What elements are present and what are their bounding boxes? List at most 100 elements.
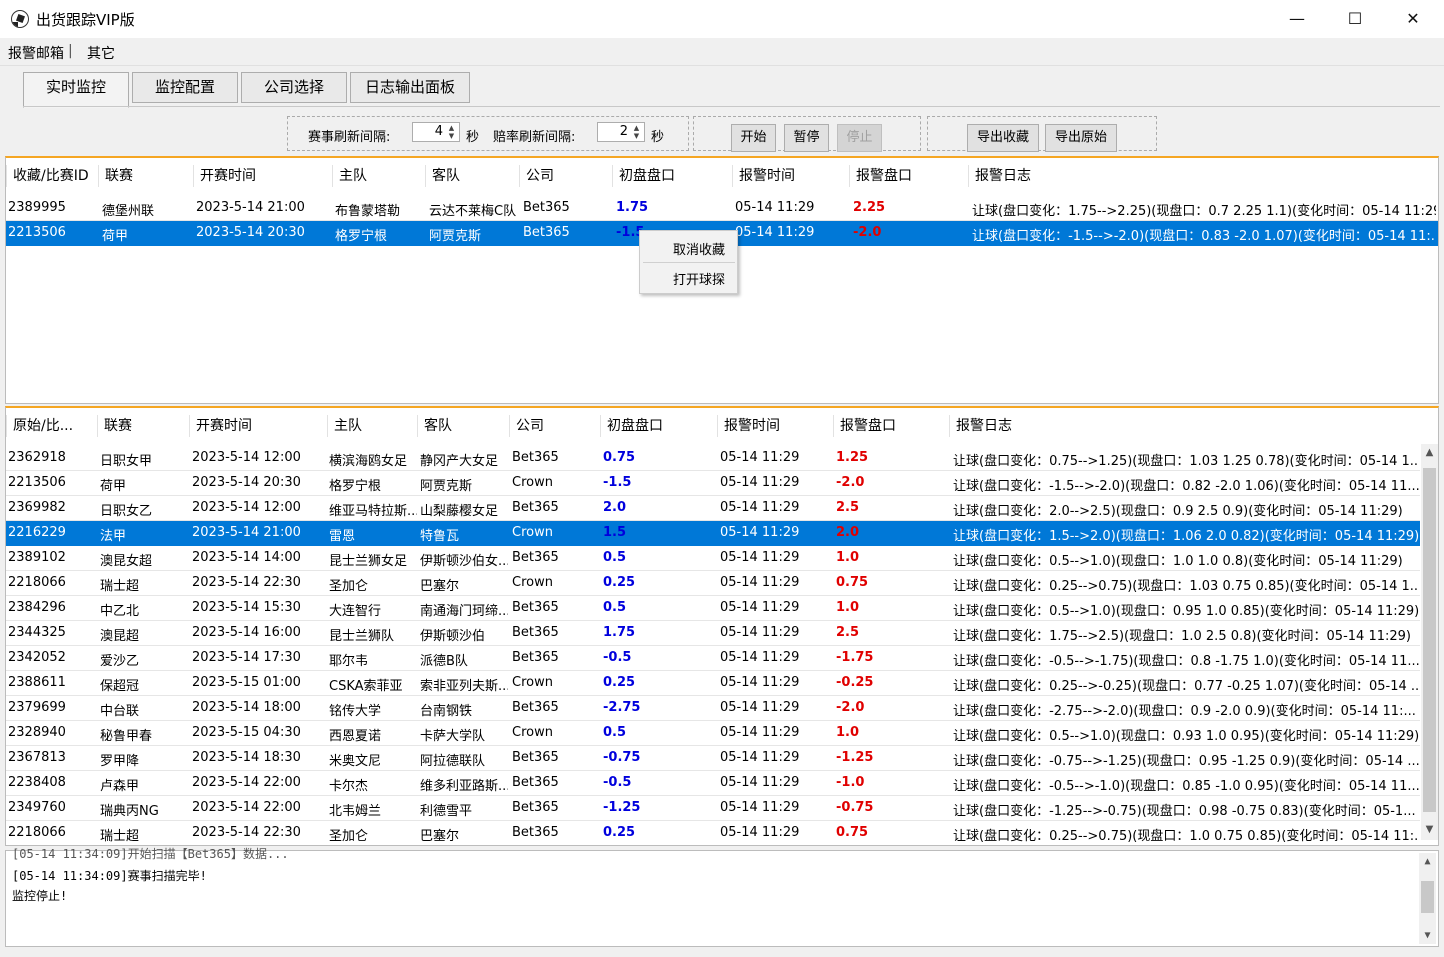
table-cell: 2023-5-14 18:00	[192, 700, 301, 715]
spinner-arrows-icon[interactable]: ▲ ▼	[630, 124, 643, 140]
table-row[interactable]: 2342052 爱沙乙 2023-5-14 17:30 耶尔韦 派德B队 Bet365 -0…	[6, 646, 1420, 671]
table-cell: Crown	[512, 675, 553, 690]
table-row[interactable]: 2218066 瑞士超 2023-5-14 22:30 圣加仑 巴塞尔 Bet365 0.2…	[6, 821, 1420, 845]
menu-alarm-email[interactable]: 报警邮箱	[8, 43, 64, 63]
table-row[interactable]: 2388611 保超冠 2023-5-15 01:00 CSKA索菲亚 索非亚列夫斯..…	[6, 671, 1420, 696]
table-cell: -1.75	[836, 650, 874, 665]
column-header[interactable]: 客队	[425, 165, 460, 187]
column-header[interactable]: 公司	[519, 165, 554, 187]
table-cell: 0.25	[603, 675, 636, 690]
column-header[interactable]: 主队	[327, 415, 362, 437]
table-row[interactable]: 2379699 中台联 2023-5-14 18:00 铭传大学 台南钢铁 Bet365 -…	[6, 696, 1420, 721]
table-row[interactable]: 2216229 法甲 2023-5-14 21:00 雷恩 特鲁瓦 Crown 1.5 05-…	[6, 521, 1420, 546]
scroll-up-icon[interactable]: ▲	[1419, 853, 1436, 870]
scroll-thumb[interactable]	[1421, 881, 1434, 913]
table-row[interactable]: 2213506 荷甲 2023-5-14 20:30 格罗宁根 阿贾克斯 Crown -1.…	[6, 471, 1420, 496]
odds-refresh-spinner[interactable]: 2 ▲ ▼	[597, 122, 645, 142]
table-row[interactable]: 2362918 日职女甲 2023-5-14 12:00 横滨海鸥女足 静冈产大女足 Be…	[6, 446, 1420, 471]
table-cell: 05-14 11:29	[735, 200, 815, 215]
table-row[interactable]: 2328940 秘鲁甲春 2023-5-15 04:30 西恩夏诺 卡萨大学队 Crown…	[6, 721, 1420, 746]
match-refresh-spinner[interactable]: 4 ▲ ▼	[412, 122, 460, 142]
column-header[interactable]: 开赛时间	[189, 415, 252, 437]
table-cell: -0.5	[603, 775, 632, 790]
menu-other[interactable]: 其它	[87, 43, 115, 63]
scroll-thumb[interactable]	[1423, 468, 1436, 812]
column-header[interactable]: 收藏/比赛ID	[6, 165, 89, 187]
raw-grid[interactable]: 原始/比... 联赛 开赛时间 主队 客队 公司 初盘盘口 报警时间 报警盘口 报警日志 2362…	[5, 406, 1439, 846]
table-cell: 日职女乙	[100, 504, 153, 519]
column-header[interactable]: 报警日志	[949, 415, 1012, 437]
minimize-button[interactable]: —	[1268, 0, 1326, 38]
pause-button[interactable]: 暂停	[784, 124, 829, 152]
maximize-button[interactable]: ☐	[1326, 0, 1384, 38]
stop-button[interactable]: 停止	[837, 124, 882, 152]
column-header[interactable]: 开赛时间	[193, 165, 256, 187]
table-cell: 2.0	[603, 500, 627, 515]
table-row[interactable]: 2384296 中乙北 2023-5-14 15:30 大连智行 南通海门珂缔... Be…	[6, 596, 1420, 621]
table-cell: 云达不莱梅C队	[429, 204, 517, 219]
column-header[interactable]: 报警时间	[732, 165, 795, 187]
table-cell: 巴塞尔	[420, 829, 460, 844]
table-cell: 1.25	[836, 450, 869, 465]
table-row[interactable]: 2367813 罗甲降 2023-5-14 18:30 米奥文尼 阿拉德联队 Bet365…	[6, 746, 1420, 771]
table-row[interactable]: 2218066 瑞士超 2023-5-14 22:30 圣加仑 巴塞尔 Crown 0.25…	[6, 571, 1420, 596]
table-row[interactable]: 2344325 澳昆超 2023-5-14 16:00 昆士兰狮队 伊斯顿沙伯 Bet36…	[6, 621, 1420, 646]
context-unfavorite[interactable]: 取消收藏	[673, 239, 725, 258]
table-cell: 德堡州联	[102, 204, 155, 219]
table-row[interactable]: 2349760 瑞典丙NG 2023-5-14 22:00 北韦姆兰 利德雪平 Bet36…	[6, 796, 1420, 821]
scroll-down-icon[interactable]: ▼	[1421, 821, 1438, 838]
table-cell: 让球(盘口变化：0.25-->0.75)(现盘口：1.0 0.75 0.85)(…	[953, 829, 1419, 844]
table-cell: 阿拉德联队	[420, 754, 486, 769]
column-header[interactable]: 初盘盘口	[600, 415, 663, 437]
export-favorites-button[interactable]: 导出收藏	[967, 124, 1039, 152]
table-cell: 2023-5-15 01:00	[192, 675, 301, 690]
column-header[interactable]: 报警盘口	[833, 415, 896, 437]
raw-grid-scrollbar[interactable]: ▲ ▼	[1421, 444, 1438, 840]
column-header[interactable]: 原始/比...	[6, 415, 73, 437]
tab-log-panel[interactable]: 日志输出面板	[350, 72, 470, 103]
table-cell: 05-14 11:29	[720, 625, 800, 640]
table-cell: 大连智行	[329, 604, 382, 619]
start-button[interactable]: 开始	[731, 124, 776, 152]
tab-divider	[23, 106, 1440, 107]
table-cell: 2389102	[8, 550, 66, 565]
table-cell: 伊斯顿沙伯女...	[420, 554, 508, 569]
table-cell: 爱沙乙	[100, 654, 140, 669]
table-row[interactable]: 2389995 德堡州联 2023-5-14 21:00 布鲁蒙塔勒 云达不莱梅C队 Be…	[6, 196, 1438, 221]
close-button[interactable]: ✕	[1384, 0, 1442, 38]
table-cell: 0.5	[603, 550, 627, 565]
column-header[interactable]: 公司	[509, 415, 544, 437]
tab-monitor-config[interactable]: 监控配置	[132, 72, 238, 103]
table-cell: 05-14 11:29	[720, 475, 800, 490]
column-header[interactable]: 报警日志	[968, 165, 1031, 187]
spinner-arrows-icon[interactable]: ▲ ▼	[445, 124, 458, 140]
table-row[interactable]: 2369982 日职女乙 2023-5-14 12:00 维亚马特拉斯... 山梨藤樱女…	[6, 496, 1420, 521]
table-cell: -1.0	[836, 775, 865, 790]
export-raw-button[interactable]: 导出原始	[1045, 124, 1117, 152]
table-cell: 让球(盘口变化：0.5-->1.0)(现盘口：0.95 1.0 0.85)(变化…	[953, 604, 1419, 619]
scroll-up-icon[interactable]: ▲	[1421, 444, 1438, 461]
scroll-down-icon[interactable]: ▼	[1419, 927, 1436, 944]
log-scrollbar[interactable]: ▲ ▼	[1419, 853, 1436, 944]
tab-company-select[interactable]: 公司选择	[241, 72, 347, 103]
column-header[interactable]: 初盘盘口	[612, 165, 675, 187]
table-cell: 05-14 11:29	[720, 775, 800, 790]
column-header[interactable]: 报警盘口	[849, 165, 912, 187]
table-cell: 2023-5-14 21:00	[196, 200, 305, 215]
column-header[interactable]: 联赛	[97, 415, 132, 437]
table-row[interactable]: 2238408 卢森甲 2023-5-14 22:00 卡尔杰 维多利亚路斯... Bet…	[6, 771, 1420, 796]
column-header[interactable]: 客队	[417, 415, 452, 437]
table-cell: 让球(盘口变化：1.75-->2.25)(现盘口：0.7 2.25 1.1)(变…	[972, 204, 1436, 219]
column-header[interactable]: 主队	[332, 165, 367, 187]
context-open-qiutan[interactable]: 打开球探	[673, 269, 725, 288]
column-header[interactable]: 报警时间	[717, 415, 780, 437]
table-cell: Crown	[512, 725, 553, 740]
table-cell: 让球(盘口变化：-1.25-->-0.75)(现盘口：0.98 -0.75 0.…	[953, 804, 1416, 819]
tab-realtime-monitor[interactable]: 实时监控	[23, 72, 129, 108]
table-row[interactable]: 2389102 澳昆女超 2023-5-14 14:00 昆士兰狮女足 伊斯顿沙伯女..…	[6, 546, 1420, 571]
table-cell: Bet365	[512, 800, 559, 815]
table-cell: Bet365	[512, 750, 559, 765]
table-cell: 05-14 11:29	[720, 725, 800, 740]
log-output[interactable]: [05-14 11:34:09]开始扫描【Bet365】数据... [05-14…	[5, 847, 1439, 947]
column-header[interactable]: 联赛	[98, 165, 133, 187]
